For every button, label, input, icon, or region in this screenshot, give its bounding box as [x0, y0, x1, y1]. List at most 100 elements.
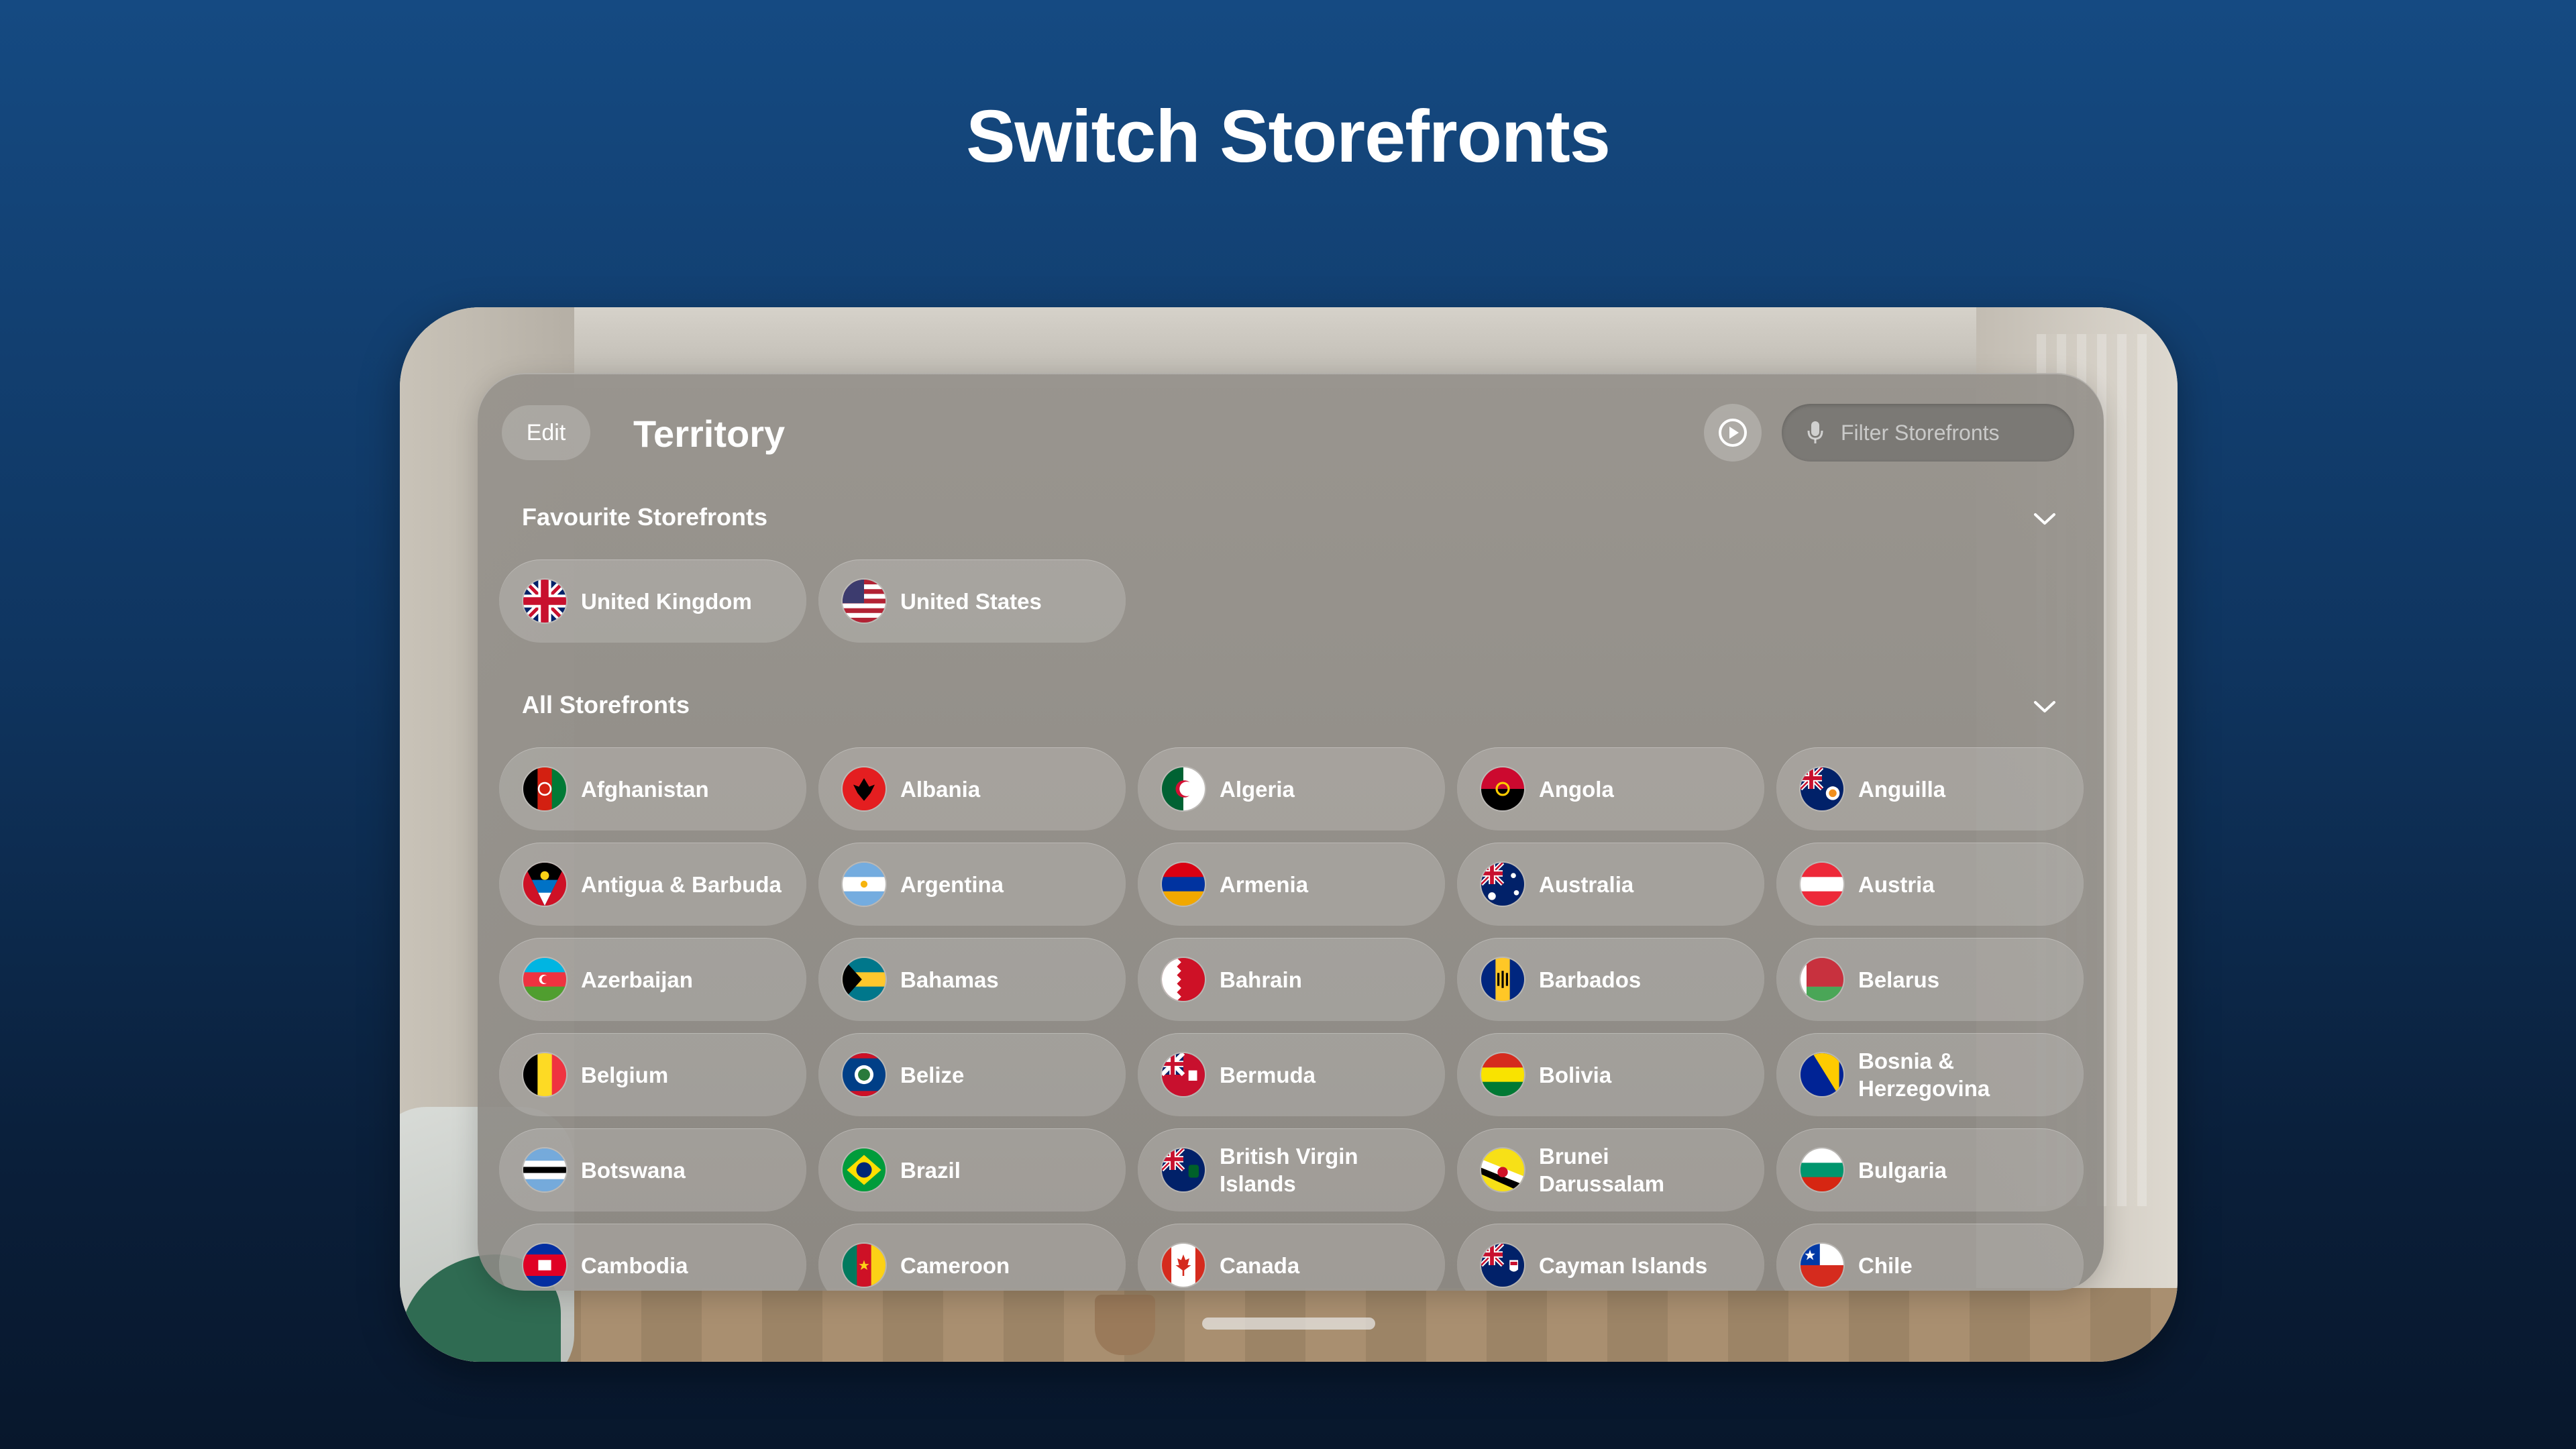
storefront-name: Austria	[1858, 871, 1935, 897]
by-flag-icon	[1801, 958, 1843, 1001]
storefront-name: Botswana	[581, 1157, 686, 1183]
storefront-button[interactable]: Canada	[1138, 1224, 1445, 1291]
storefront-button[interactable]: Bahrain	[1138, 938, 1445, 1021]
storefront-name: Afghanistan	[581, 776, 709, 802]
storefront-name: Bahrain	[1220, 967, 1302, 992]
storefront-button[interactable]: Angola	[1457, 747, 1764, 830]
storefront-button[interactable]: Austria	[1776, 843, 2084, 926]
bm-flag-icon	[1162, 1053, 1205, 1096]
bb-flag-icon	[1481, 958, 1524, 1001]
storefront-button[interactable]: Argentina	[818, 843, 1126, 926]
storefront-button[interactable]: Belize	[818, 1033, 1126, 1116]
territory-window: Edit Territory Favourite Storefronts Uni…	[478, 373, 2104, 1291]
ba-flag-icon	[1801, 1053, 1843, 1096]
storefront-name: Bolivia	[1539, 1062, 1612, 1087]
edit-button[interactable]: Edit	[502, 405, 590, 460]
ca-flag-icon	[1162, 1244, 1205, 1287]
storefront-name: Cambodia	[581, 1252, 688, 1278]
ky-flag-icon	[1481, 1244, 1524, 1287]
storefront-name: Cameroon	[900, 1252, 1010, 1278]
ar-flag-icon	[843, 863, 885, 906]
favourites-heading: Favourite Storefronts	[522, 503, 768, 531]
storefront-name: Azerbaijan	[581, 967, 693, 992]
favourite-storefront-button[interactable]: United States	[818, 559, 1126, 643]
storefront-name: Cayman Islands	[1539, 1252, 1708, 1278]
storefront-button[interactable]: Albania	[818, 747, 1126, 830]
storefront-name: Barbados	[1539, 967, 1642, 992]
storefront-button[interactable]: Cayman Islands	[1457, 1224, 1764, 1291]
af-flag-icon	[523, 767, 566, 810]
favourite-storefront-button[interactable]: United Kingdom	[499, 559, 806, 643]
storefront-button[interactable]: Australia	[1457, 843, 1764, 926]
storefront-button[interactable]: Chile	[1776, 1224, 2084, 1291]
storefront-name: Angola	[1539, 776, 1614, 802]
window-title: Territory	[633, 413, 786, 455]
storefront-name: Belarus	[1858, 967, 1940, 992]
storefront-name: Bulgaria	[1858, 1157, 1947, 1183]
storefront-name: Albania	[900, 776, 981, 802]
bz-flag-icon	[843, 1053, 885, 1096]
storefront-name: Armenia	[1220, 871, 1309, 897]
playback-button[interactable]	[1704, 404, 1762, 462]
cm-flag-icon	[843, 1244, 885, 1287]
storefront-name: Chile	[1858, 1252, 1913, 1278]
storefront-name: Antigua & Barbuda	[581, 871, 782, 897]
storefront-button[interactable]: Brunei Darussalam	[1457, 1128, 1764, 1212]
storefront-name: United Kingdom	[581, 588, 752, 614]
storefront-name: Bermuda	[1220, 1062, 1316, 1087]
dz-flag-icon	[1162, 767, 1205, 810]
storefront-name: Bosnia & Herzegovina	[1858, 1049, 1990, 1101]
storefront-name: Anguilla	[1858, 776, 1946, 802]
storefront-name: Belgium	[581, 1062, 669, 1087]
bg-flag-icon	[1801, 1148, 1843, 1191]
storefront-button[interactable]: Afghanistan	[499, 747, 806, 830]
plant-pot	[1095, 1295, 1155, 1355]
storefront-name: Brunei Darussalam	[1539, 1144, 1665, 1196]
storefront-button[interactable]: Botswana	[499, 1128, 806, 1212]
storefront-button[interactable]: Cameroon	[818, 1224, 1126, 1291]
storefront-button[interactable]: Bahamas	[818, 938, 1126, 1021]
vg-flag-icon	[1162, 1148, 1205, 1191]
storefront-name: British Virgin Islands	[1220, 1144, 1358, 1196]
storefront-button[interactable]: British Virgin Islands	[1138, 1128, 1445, 1212]
us-flag-icon	[843, 580, 885, 623]
storefront-button[interactable]: Belgium	[499, 1033, 806, 1116]
storefront-button[interactable]: Antigua & Barbuda	[499, 843, 806, 926]
storefront-button[interactable]: Cambodia	[499, 1224, 806, 1291]
storefront-name: Algeria	[1220, 776, 1295, 802]
bh-flag-icon	[1162, 958, 1205, 1001]
search-field[interactable]	[1782, 404, 2074, 462]
ai-flag-icon	[1801, 767, 1843, 810]
play-circle-icon	[1719, 419, 1747, 447]
bn-flag-icon	[1481, 1148, 1524, 1191]
page-headline: Switch Storefronts	[966, 95, 1611, 178]
storefront-button[interactable]: Brazil	[818, 1128, 1126, 1212]
bs-flag-icon	[843, 958, 885, 1001]
storefront-button[interactable]: Anguilla	[1776, 747, 2084, 830]
storefront-button[interactable]: Armenia	[1138, 843, 1445, 926]
window-grabber[interactable]	[1202, 1318, 1375, 1330]
storefront-button[interactable]: Bolivia	[1457, 1033, 1764, 1116]
storefront-button[interactable]: Bermuda	[1138, 1033, 1445, 1116]
bw-flag-icon	[523, 1148, 566, 1191]
chevron-down-icon[interactable]	[2030, 692, 2059, 722]
uk-flag-icon	[523, 580, 566, 623]
storefront-name: Belize	[900, 1062, 965, 1087]
storefront-name: Brazil	[900, 1157, 961, 1183]
storefront-button[interactable]: Algeria	[1138, 747, 1445, 830]
filter-storefronts-input[interactable]	[1839, 419, 2057, 446]
ao-flag-icon	[1481, 767, 1524, 810]
microphone-icon[interactable]	[1802, 419, 1829, 446]
storefront-button[interactable]: Azerbaijan	[499, 938, 806, 1021]
chevron-down-icon[interactable]	[2030, 504, 2059, 534]
kh-flag-icon	[523, 1244, 566, 1287]
storefront-button[interactable]: Bosnia & Herzegovina	[1776, 1033, 2084, 1116]
storefront-button[interactable]: Bulgaria	[1776, 1128, 2084, 1212]
am-flag-icon	[1162, 863, 1205, 906]
cl-flag-icon	[1801, 1244, 1843, 1287]
bo-flag-icon	[1481, 1053, 1524, 1096]
storefront-button[interactable]: Barbados	[1457, 938, 1764, 1021]
at-flag-icon	[1801, 863, 1843, 906]
storefront-name: United States	[900, 588, 1042, 614]
storefront-button[interactable]: Belarus	[1776, 938, 2084, 1021]
